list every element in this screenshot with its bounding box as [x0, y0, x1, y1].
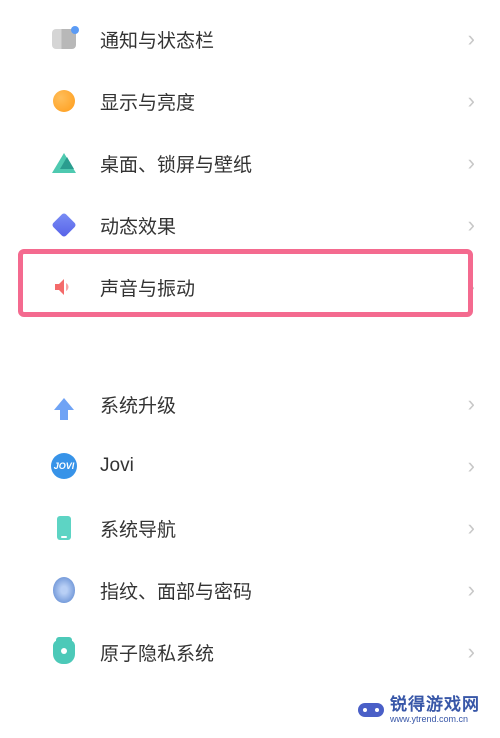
chevron-right-icon: › [468, 577, 475, 603]
chevron-right-icon: › [468, 515, 475, 541]
chevron-right-icon: › [468, 274, 475, 300]
gamepad-icon [356, 699, 386, 721]
chevron-right-icon: › [468, 26, 475, 52]
settings-item-upgrade[interactable]: 系统升级 › [0, 373, 500, 435]
settings-item-animation[interactable]: 动态效果 › [0, 194, 500, 256]
watermark-title: 锐得游戏网 [390, 696, 480, 713]
item-label: 系统升级 [100, 391, 468, 418]
notification-icon [50, 25, 78, 53]
wallpaper-icon [50, 149, 78, 177]
fingerprint-icon [50, 576, 78, 604]
settings-item-sound[interactable]: 声音与振动 › [0, 256, 500, 318]
jovi-icon: JOVI [50, 452, 78, 480]
chevron-right-icon: › [468, 391, 475, 417]
item-label: 动态效果 [100, 212, 468, 239]
chevron-right-icon: › [468, 212, 475, 238]
animation-icon [50, 211, 78, 239]
chevron-right-icon: › [468, 453, 475, 479]
sound-icon [50, 273, 78, 301]
item-label: 通知与状态栏 [100, 26, 468, 53]
item-label: 指纹、面部与密码 [100, 577, 468, 604]
settings-list: 通知与状态栏 › 显示与亮度 › 桌面、锁屏与壁纸 › 动态效果 › 声音与振动… [0, 0, 500, 683]
display-icon [50, 87, 78, 115]
settings-item-fingerprint[interactable]: 指纹、面部与密码 › [0, 559, 500, 621]
chevron-right-icon: › [468, 88, 475, 114]
watermark-url: www.ytrend.com.cn [390, 715, 480, 724]
section-divider [0, 318, 500, 373]
chevron-right-icon: › [468, 150, 475, 176]
item-label: 系统导航 [100, 515, 468, 542]
item-label: 桌面、锁屏与壁纸 [100, 150, 468, 177]
item-label: 声音与振动 [100, 274, 468, 301]
watermark: 锐得游戏网 www.ytrend.com.cn [356, 696, 480, 724]
item-label: 显示与亮度 [100, 88, 468, 115]
navigation-icon [50, 514, 78, 542]
item-label: 原子隐私系统 [100, 639, 468, 666]
privacy-icon [50, 638, 78, 666]
settings-item-privacy[interactable]: 原子隐私系统 › [0, 621, 500, 683]
settings-item-notification[interactable]: 通知与状态栏 › [0, 8, 500, 70]
upgrade-icon [50, 390, 78, 418]
settings-item-navigation[interactable]: 系统导航 › [0, 497, 500, 559]
settings-item-wallpaper[interactable]: 桌面、锁屏与壁纸 › [0, 132, 500, 194]
settings-item-display[interactable]: 显示与亮度 › [0, 70, 500, 132]
settings-item-jovi[interactable]: JOVI Jovi › [0, 435, 500, 497]
chevron-right-icon: › [468, 639, 475, 665]
item-label: Jovi [100, 455, 468, 477]
